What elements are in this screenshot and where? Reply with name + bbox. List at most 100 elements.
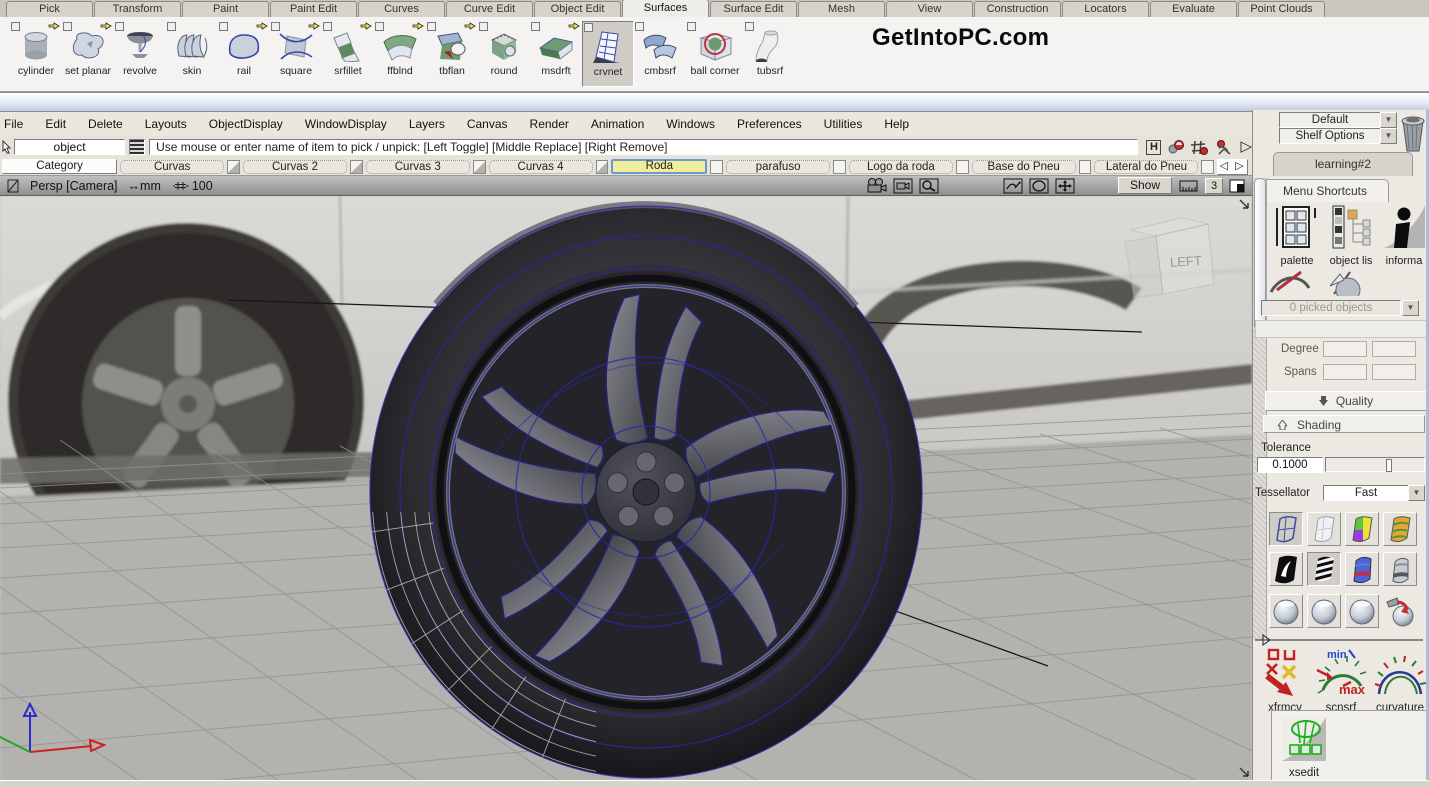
layer-symmetry-box[interactable] (227, 160, 240, 174)
shelf-tool-rail[interactable]: rail (218, 21, 270, 87)
menu-delete[interactable]: Delete (77, 117, 134, 131)
shelf-options-arrow[interactable]: ▼ (1380, 128, 1397, 144)
tool-xsedit[interactable]: xsedit (1278, 715, 1330, 779)
sketch-tool-icon[interactable] (1003, 178, 1023, 194)
tool-checkbox[interactable] (745, 22, 754, 31)
shelf-tool-tbflan[interactable]: tbflan (426, 21, 478, 87)
show-menu-button[interactable]: Show (1118, 177, 1172, 194)
movie-camera-icon[interactable] (865, 178, 887, 194)
shade-isoangle-button[interactable] (1383, 512, 1417, 546)
render-sphere-2-button[interactable] (1307, 594, 1341, 628)
layer-symmetry-box[interactable] (1201, 160, 1214, 174)
view-cube[interactable]: LEFT (1125, 218, 1214, 298)
panel-splitter[interactable] (1255, 634, 1425, 646)
viewport-resize-grip-bottom[interactable] (1238, 766, 1250, 778)
picked-objects-arrow[interactable]: ▼ (1402, 300, 1419, 316)
shelf-preset-select[interactable]: Default (1279, 112, 1381, 128)
menu-windows[interactable]: Windows (655, 117, 726, 131)
tab-curve-edit[interactable]: Curve Edit (446, 1, 533, 17)
shelf-tool-msdrft[interactable]: msdrft (530, 21, 582, 87)
keyframe-h-icon[interactable]: H (1146, 140, 1161, 155)
layer-symmetry-box[interactable] (710, 160, 723, 174)
tab-paint[interactable]: Paint (182, 1, 269, 17)
toggle-shade-icon[interactable] (1229, 179, 1245, 193)
shelf-tool-round[interactable]: round (478, 21, 530, 87)
tool-palette[interactable]: palette (1273, 204, 1321, 267)
tolerance-slider[interactable] (1325, 457, 1425, 472)
spans-field-1[interactable] (1323, 364, 1367, 380)
shelf-tool-square[interactable]: square (270, 21, 322, 87)
degree-field-2[interactable] (1372, 341, 1416, 357)
tool-checkbox[interactable] (635, 22, 644, 31)
layer-category-button[interactable]: Category (2, 159, 117, 174)
precision-button[interactable]: 3 (1205, 178, 1223, 194)
menu-animation[interactable]: Animation (580, 117, 655, 131)
tool-checkbox[interactable] (427, 22, 436, 31)
picked-objects-status[interactable]: 0 picked objects (1261, 300, 1401, 316)
tool-checkbox[interactable] (323, 22, 332, 31)
perspective-viewport[interactable]: LEFT (0, 196, 1252, 780)
play-prompt-icon[interactable]: ▷ (1240, 140, 1252, 154)
shade-flat-button[interactable] (1307, 512, 1341, 546)
shelf-tool-revolve[interactable]: revolve (114, 21, 166, 87)
tab-construction[interactable]: Construction (974, 1, 1061, 17)
layer-symmetry-box[interactable] (350, 160, 363, 174)
grid-snap-icon[interactable] (1191, 140, 1208, 155)
tool-scnsrf[interactable]: minmax scnsrf (1315, 648, 1367, 714)
trash-can-icon[interactable] (1397, 111, 1427, 153)
layer-lateral-do-pneu[interactable]: Lateral do Pneu (1094, 160, 1198, 174)
zoom-region-icon[interactable] (919, 178, 939, 194)
tab-paint-edit[interactable]: Paint Edit (270, 1, 357, 17)
shade-silhouette-button[interactable] (1269, 552, 1303, 586)
layer-logo-da-roda[interactable]: Logo da roda (849, 160, 953, 174)
layer-curvas-2[interactable]: Curvas 2 (243, 160, 347, 174)
tool-curvature[interactable]: curvature (1371, 648, 1429, 714)
layer-symmetry-box[interactable] (473, 160, 486, 174)
menu-shortcuts-tab[interactable]: Menu Shortcuts (1261, 179, 1389, 202)
tab-curves[interactable]: Curves (358, 1, 445, 17)
layer-symmetry-box[interactable] (833, 160, 846, 174)
tab-object-edit[interactable]: Object Edit (534, 1, 621, 17)
shade-chrome-button[interactable] (1383, 552, 1417, 586)
layer-curvas[interactable]: Curvas (120, 160, 224, 174)
pan-move-icon[interactable] (1055, 178, 1075, 194)
point-snap-icon[interactable] (1168, 140, 1184, 154)
layer-parafuso[interactable]: parafuso (726, 160, 830, 174)
tolerance-value[interactable]: 0.1000 (1257, 457, 1323, 473)
tool-checkbox[interactable] (115, 22, 124, 31)
tool-checkbox[interactable] (271, 22, 280, 31)
tool-checkbox[interactable] (531, 22, 540, 31)
tool-checkbox[interactable] (375, 22, 384, 31)
tool-checkbox[interactable] (63, 22, 72, 31)
shade-wireframe-button[interactable] (1269, 512, 1303, 546)
tool-checkbox[interactable] (219, 22, 228, 31)
wheel-model[interactable] (370, 205, 922, 778)
shelf-tool-skin[interactable]: skin (166, 21, 218, 87)
camera-lock-icon[interactable] (893, 178, 913, 194)
layer-symmetry-box[interactable] (956, 160, 969, 174)
menu-preferences[interactable]: Preferences (726, 117, 813, 131)
layer-scroll-arrows[interactable]: ◁ ▷ (1217, 159, 1248, 175)
shading-section-header[interactable]: Shading (1263, 415, 1425, 433)
spans-field-2[interactable] (1372, 364, 1416, 380)
stage-tab[interactable]: learning#2 (1273, 152, 1413, 176)
tool-checkbox[interactable] (687, 22, 696, 31)
tab-point-clouds[interactable]: Point Clouds (1238, 1, 1325, 17)
shelf-tool-ball-corner[interactable]: ball corner (686, 21, 744, 87)
shelf-tool-set-planar[interactable]: set planar (62, 21, 114, 87)
window-corner-icon[interactable] (7, 179, 19, 193)
layer-curvas-4[interactable]: Curvas 4 (489, 160, 593, 174)
layer-curvas-3[interactable]: Curvas 3 (366, 160, 470, 174)
tool-xfrmcv[interactable]: xfrmcv (1259, 648, 1311, 714)
tolerance-slider-thumb[interactable] (1386, 459, 1392, 472)
tab-view[interactable]: View (886, 1, 973, 17)
render-sphere-1-button[interactable] (1269, 594, 1303, 628)
render-sphere-3-button[interactable] (1345, 594, 1379, 628)
pick-mode-select[interactable]: object (14, 139, 125, 155)
viewport-resize-grip-top[interactable] (1238, 198, 1250, 210)
tool-checkbox[interactable] (479, 22, 488, 31)
shelf-options-select[interactable]: Shelf Options (1279, 128, 1381, 144)
shade-blue-band-button[interactable] (1345, 552, 1379, 586)
camera-label[interactable]: Persp [Camera] (30, 179, 118, 193)
tab-transform[interactable]: Transform (94, 1, 181, 17)
